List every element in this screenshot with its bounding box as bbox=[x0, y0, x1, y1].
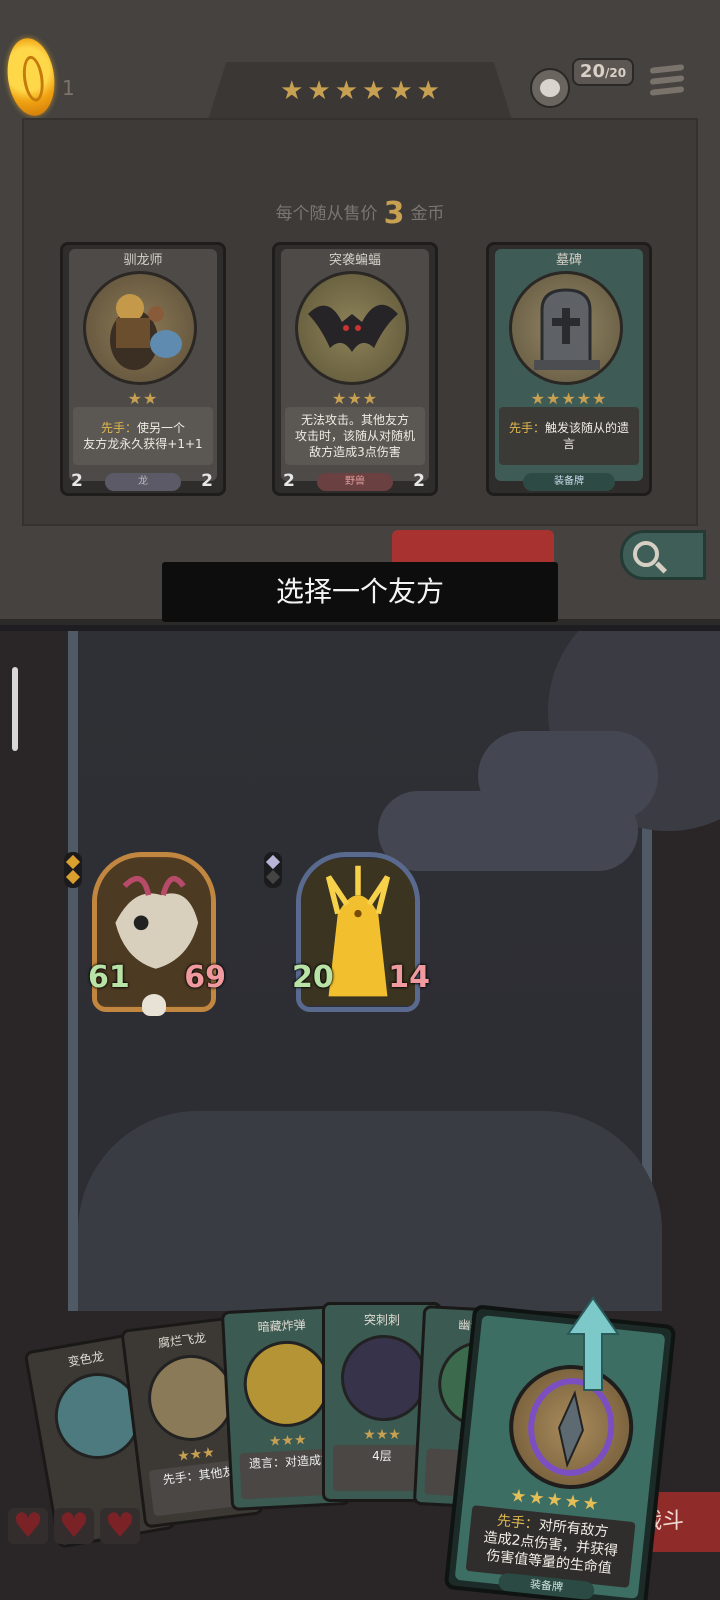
heart-icon: ♥ bbox=[54, 1508, 94, 1544]
card-tribe: 龙 bbox=[105, 473, 181, 491]
minion-health: 14 bbox=[386, 960, 430, 1000]
play-card-arrow-icon bbox=[566, 1296, 620, 1391]
shop-card-tombstone[interactable]: 墓碑 ★★★★★ 先手：触发该随从的遗言 装备牌 bbox=[486, 242, 652, 496]
minion-health: 69 bbox=[182, 960, 226, 1000]
gold-count: 1 bbox=[62, 76, 75, 100]
friendly-minion-bone-dragon[interactable]: 61 69 bbox=[86, 852, 226, 1020]
menu-icon[interactable] bbox=[650, 64, 684, 96]
heart-icon: ♥ bbox=[8, 1508, 48, 1544]
selected-hand-card-soul-crystal[interactable]: ★★★★★ 先手：对所有敌方 造成2点伤害，并获得 伤害值等量的生命值 装备牌 bbox=[443, 1304, 677, 1600]
card-stars: ★★★★★ bbox=[530, 389, 608, 408]
card-name: 驯龙师 bbox=[123, 253, 163, 268]
card-health: 2 bbox=[413, 471, 425, 491]
friendly-minion-golden-dragon[interactable]: 20 14 bbox=[290, 852, 430, 1020]
card-description: 先手：触发该随从的遗言 bbox=[499, 407, 639, 465]
player-health-bubble: 20/20 bbox=[572, 58, 634, 86]
star-icon: ★ bbox=[334, 76, 358, 106]
minion-tier-pip bbox=[64, 852, 82, 888]
select-friendly-prompt: 选择一个友方 bbox=[162, 562, 558, 622]
price-prefix: 每个随从售价 bbox=[275, 204, 378, 224]
star-icon: ★ bbox=[362, 76, 386, 106]
card-stars: ★★★ bbox=[331, 389, 379, 408]
price-suffix: 金币 bbox=[410, 204, 445, 224]
minion-attack: 61 bbox=[86, 960, 130, 1000]
price-value: 3 bbox=[383, 196, 405, 231]
search-button[interactable] bbox=[620, 530, 706, 580]
skull-icon bbox=[142, 994, 166, 1016]
star-icon: ★ bbox=[280, 76, 304, 106]
card-type: 装备牌 bbox=[523, 473, 615, 491]
card-description: 无法攻击。其他友方 攻击时，该随从对随机 敌方造成3点伤害 bbox=[285, 407, 425, 465]
card-stars: ★★ bbox=[127, 389, 159, 408]
minion-tier-pip bbox=[264, 852, 282, 888]
shop-card-raid-bat[interactable]: 突袭蝙蝠 ★★★ 无法攻击。其他友方 攻击时，该随从对随机 敌方造成3点伤害 野… bbox=[272, 242, 438, 496]
star-icon: ★ bbox=[416, 76, 440, 106]
sell-price-info: 每个随从售价 3 金币 bbox=[0, 196, 720, 231]
card-name: 突袭蝙蝠 bbox=[328, 253, 381, 268]
health-max: /20 bbox=[604, 66, 627, 80]
minion-attack: 20 bbox=[290, 960, 334, 1000]
shop-panel: 1 ★ ★ ★ ★ ★ ★ 20/20 每个随从售价 3 金币 驯龙师 ★★ 先… bbox=[0, 0, 720, 625]
card-attack: 2 bbox=[283, 471, 295, 491]
star-icon: ★ bbox=[307, 76, 331, 106]
star-icon: ★ bbox=[389, 76, 413, 106]
shop-card-dragon-tamer[interactable]: 驯龙师 ★★ 先手：使另一个 友方龙永久获得+1+1 龙 2 2 bbox=[60, 242, 226, 496]
tavern-tier-stars: ★ ★ ★ ★ ★ ★ bbox=[208, 62, 512, 120]
lives-hearts: ♥ ♥ ♥ bbox=[8, 1508, 140, 1544]
card-art-bat bbox=[295, 271, 409, 385]
heart-icon: ♥ bbox=[100, 1508, 140, 1544]
card-description: 先手：使另一个 友方龙永久获得+1+1 bbox=[73, 407, 213, 465]
card-name: 墓碑 bbox=[555, 253, 582, 268]
card-health: 2 bbox=[201, 471, 213, 491]
health-current: 20 bbox=[579, 61, 605, 82]
card-attack: 2 bbox=[71, 471, 83, 491]
gold-coin-icon bbox=[2, 35, 60, 119]
card-art-tombstone bbox=[509, 271, 623, 385]
card-tribe: 野兽 bbox=[317, 473, 393, 491]
scroll-indicator[interactable] bbox=[12, 667, 18, 751]
player-avatar[interactable] bbox=[530, 68, 570, 108]
card-art-warrior bbox=[83, 271, 197, 385]
